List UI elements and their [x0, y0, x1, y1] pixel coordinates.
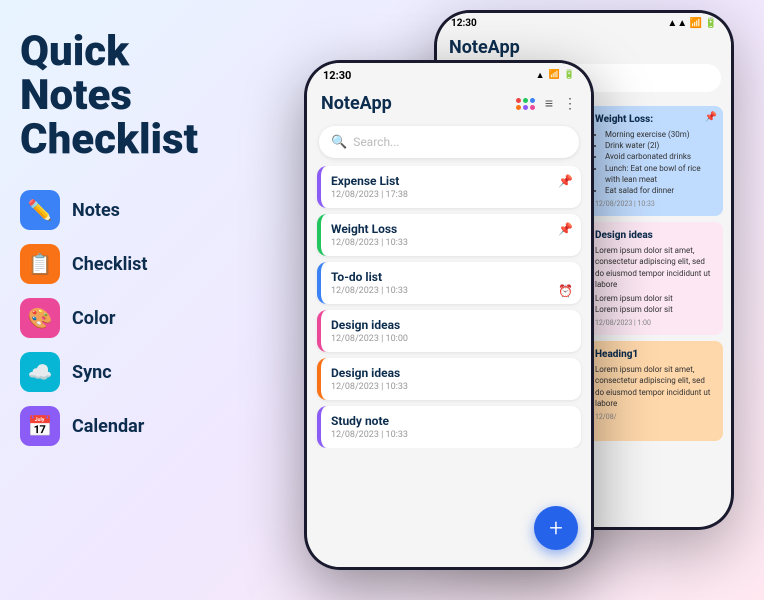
- note-date-5: 12/08/2023 | 10:33: [331, 382, 571, 392]
- notes-icon: ✏️: [20, 190, 60, 230]
- pin-icon-2: 📌: [558, 222, 573, 236]
- front-header-icons: ≡ ⋮: [516, 95, 577, 112]
- note-date-2: 12/08/2023 | 10:33: [331, 238, 571, 248]
- sync-label: Sync: [72, 362, 112, 383]
- note-card-todo[interactable]: To-do list 12/08/2023 | 10:33 ⏰: [317, 262, 581, 304]
- back-note-date-2: 12/08/2023 | 10:33: [595, 200, 715, 208]
- back-note-title-4: Design ideas: [595, 230, 715, 241]
- back-status-bar: 12:30 ▲▲ 📶 🔋: [437, 13, 731, 33]
- note-date-4: 12/08/2023 | 10:00: [331, 334, 571, 344]
- note-card-study[interactable]: Study note 12/08/2023 | 10:33: [317, 406, 581, 448]
- back-app-title: NoteApp: [449, 37, 520, 58]
- filter-icon[interactable]: ≡: [545, 95, 553, 112]
- back-note-text-4: Lorem ipsum dolor sit amet, consectetur …: [595, 245, 715, 290]
- front-status-icons: ▲ 📶 🔋: [536, 70, 575, 81]
- back-status-time: 12:30: [451, 18, 477, 29]
- note-card-expense[interactable]: 📌 Expense List 12/08/2023 | 17:38: [317, 166, 581, 208]
- back-note-weight[interactable]: 📌 Weight Loss: Morning exercise (30m) Dr…: [587, 106, 723, 216]
- back-note-title-6: Heading1: [595, 349, 715, 360]
- note-card-design2[interactable]: Design ideas 12/08/2023 | 10:33: [317, 358, 581, 400]
- checklist-label: Checklist: [72, 254, 147, 275]
- note-title-3: To-do list: [331, 270, 571, 284]
- note-title-6: Study note: [331, 414, 571, 428]
- back-signal-icons: ▲▲ 📶 🔋: [667, 18, 717, 29]
- signal-icon: 📶: [549, 70, 560, 80]
- back-note-text-2: Morning exercise (30m) Drink water (2l) …: [595, 129, 715, 196]
- hero-title: Quick Notes Checklist: [20, 30, 200, 162]
- note-title-5: Design ideas: [331, 366, 571, 380]
- note-date-6: 12/08/2023 | 10:33: [331, 430, 571, 440]
- back-note-date-4: 12/08/2023 | 1:00: [595, 319, 715, 327]
- checklist-icon: 📋: [20, 244, 60, 284]
- back-pin-icon-2: 📌: [705, 112, 717, 123]
- dot-purple: [523, 105, 528, 110]
- feature-calendar: 📅 Calendar: [20, 406, 200, 446]
- feature-list: ✏️ Notes 📋 Checklist 🎨 Color ☁️ Sync 📅 C…: [20, 190, 200, 446]
- front-app-title: NoteApp: [321, 93, 392, 114]
- note-card-design1[interactable]: Design ideas 12/08/2023 | 10:00: [317, 310, 581, 352]
- calendar-label: Calendar: [72, 416, 144, 437]
- color-icon: 🎨: [20, 298, 60, 338]
- dot-red: [516, 98, 521, 103]
- back-note-subtext-4: Lorem ipsum dolor sitLorem ipsum dolor s…: [595, 293, 715, 315]
- dots-grid-icon[interactable]: [516, 98, 535, 110]
- note-title-4: Design ideas: [331, 318, 571, 332]
- back-note-title-2: Weight Loss:: [595, 114, 715, 125]
- notes-label: Notes: [72, 200, 120, 221]
- alarm-icon: ⏰: [558, 284, 573, 298]
- menu-icon[interactable]: ⋮: [563, 96, 577, 112]
- back-note-heading[interactable]: Heading1 Lorem ipsum dolor sit amet, con…: [587, 341, 723, 441]
- front-phone-screen: 12:30 ▲ 📶 🔋 NoteApp: [307, 63, 591, 567]
- battery-icon: 🔋: [564, 70, 575, 80]
- feature-notes: ✏️ Notes: [20, 190, 200, 230]
- color-label: Color: [72, 308, 115, 329]
- note-card-weight[interactable]: 📌 Weight Loss 12/08/2023 | 10:33: [317, 214, 581, 256]
- front-status-time: 12:30: [323, 69, 351, 82]
- front-notes-list: 📌 Expense List 12/08/2023 | 17:38 📌 Weig…: [307, 166, 591, 448]
- front-search-icon: 🔍: [331, 135, 347, 150]
- back-note-design1[interactable]: Design ideas Lorem ipsum dolor sit amet,…: [587, 222, 723, 335]
- back-note-date-6: 12/08/: [595, 413, 715, 421]
- feature-color: 🎨 Color: [20, 298, 200, 338]
- feature-sync: ☁️ Sync: [20, 352, 200, 392]
- wifi-icon: ▲: [536, 70, 545, 81]
- note-date-3: 12/08/2023 | 10:33: [331, 286, 571, 296]
- front-search-bar[interactable]: 🔍 Search...: [319, 126, 579, 158]
- note-title-2: Weight Loss: [331, 222, 571, 236]
- front-status-bar: 12:30 ▲ 📶 🔋: [307, 63, 591, 87]
- feature-checklist: 📋 Checklist: [20, 244, 200, 284]
- phone-front: 12:30 ▲ 📶 🔋 NoteApp: [304, 60, 594, 570]
- phones-container: 12:30 ▲▲ 📶 🔋 NoteApp 🔍 Search... 📌 Expen…: [184, 0, 764, 600]
- note-title-1: Expense List: [331, 174, 571, 188]
- fab-button[interactable]: +: [534, 506, 578, 550]
- dot-blue: [530, 98, 535, 103]
- dot-pink: [530, 105, 535, 110]
- dot-green: [523, 98, 528, 103]
- note-date-1: 12/08/2023 | 17:38: [331, 190, 571, 200]
- front-search-placeholder: Search...: [353, 135, 399, 149]
- dot-orange: [516, 105, 521, 110]
- back-note-text-6: Lorem ipsum dolor sit amet, consectetur …: [595, 364, 715, 409]
- front-app-header: NoteApp ≡ ⋮: [307, 87, 591, 122]
- calendar-icon: 📅: [20, 406, 60, 446]
- sync-icon: ☁️: [20, 352, 60, 392]
- pin-icon-1: 📌: [558, 174, 573, 188]
